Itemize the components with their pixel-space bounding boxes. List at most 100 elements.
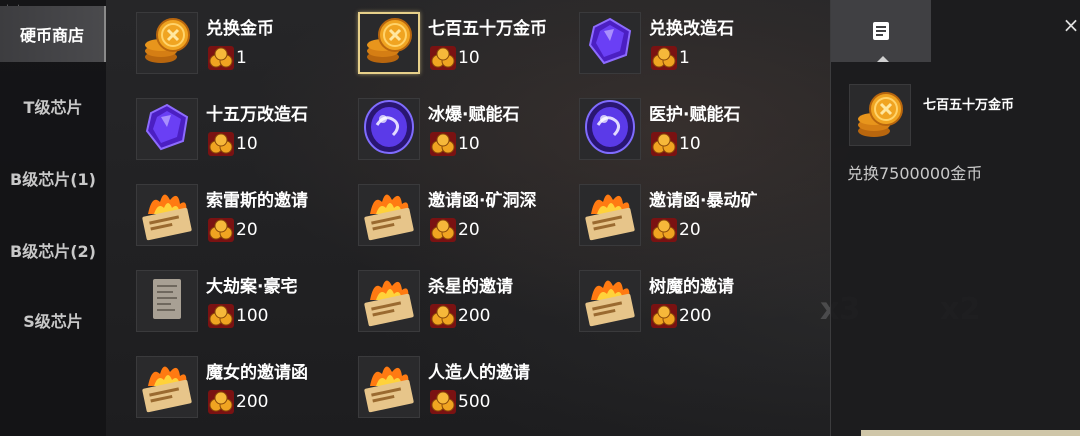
shop-item[interactable]: 邀请函·矿洞深 20 bbox=[328, 174, 548, 254]
item-price: 1 bbox=[208, 46, 247, 70]
detail-item-name: 七百五十万金币 bbox=[923, 98, 1015, 113]
gold-coin-icon bbox=[858, 92, 903, 137]
shop-item[interactable]: 树魔的邀请 200 bbox=[549, 260, 769, 340]
price-value: 200 bbox=[458, 306, 491, 326]
item-icon-frame bbox=[358, 12, 420, 74]
item-name: 邀请函·暴动矿 bbox=[649, 191, 758, 211]
item-icon-frame bbox=[579, 12, 641, 74]
shop-item[interactable]: 邀请函·暴动矿 20 bbox=[549, 174, 769, 254]
tab-label: S级芯片 bbox=[23, 312, 83, 331]
shop-item[interactable]: 大劫案·豪宅 100 bbox=[106, 260, 326, 340]
item-name: 大劫案·豪宅 bbox=[206, 277, 298, 297]
item-name: 树魔的邀请 bbox=[649, 277, 734, 297]
shop-item[interactable]: 兑换改造石 1 bbox=[549, 2, 769, 82]
shop-item[interactable]: 人造人的邀请 500 bbox=[328, 346, 548, 426]
burning-invitation-icon bbox=[581, 185, 639, 245]
item-price: 500 bbox=[430, 390, 490, 414]
coin-currency-icon bbox=[208, 390, 234, 414]
coin-currency-icon bbox=[430, 46, 456, 70]
coin-currency-icon bbox=[430, 304, 456, 328]
tab-b-chip-2[interactable]: B级芯片(2) bbox=[0, 222, 106, 278]
shop-item[interactable]: 医护·赋能石 10 bbox=[549, 88, 769, 168]
item-name: 索雷斯的邀请 bbox=[206, 191, 308, 211]
coin-currency-icon bbox=[208, 304, 234, 328]
close-button[interactable]: × bbox=[1062, 10, 1080, 40]
burning-invitation-icon bbox=[360, 357, 418, 417]
shop-item[interactable]: 十五万改造石 10 bbox=[106, 88, 326, 168]
shop-item[interactable]: 七百五十万金币 10 bbox=[328, 2, 548, 82]
tab-s-chip[interactable]: S级芯片 bbox=[0, 292, 106, 348]
tab-coin-shop[interactable]: 硬币商店 bbox=[0, 6, 106, 62]
coin-currency-icon bbox=[651, 132, 677, 156]
item-icon-frame bbox=[136, 270, 198, 332]
price-value: 100 bbox=[236, 306, 269, 326]
shop-item[interactable]: 杀星的邀请 200 bbox=[328, 260, 548, 340]
item-icon-frame bbox=[579, 270, 641, 332]
item-name: 医护·赋能石 bbox=[649, 105, 741, 125]
tab-caret bbox=[877, 56, 889, 62]
item-name: 冰爆·赋能石 bbox=[428, 105, 520, 125]
price-value: 20 bbox=[458, 220, 480, 240]
purple-gem-icon bbox=[584, 15, 636, 71]
gold-coin-icon bbox=[361, 14, 417, 72]
item-icon-frame bbox=[136, 12, 198, 74]
shop-item[interactable]: 索雷斯的邀请 20 bbox=[106, 174, 326, 254]
item-icon-frame bbox=[358, 184, 420, 246]
detail-tab[interactable] bbox=[831, 0, 931, 62]
purple-gem-icon bbox=[141, 101, 193, 157]
price-value: 10 bbox=[458, 134, 480, 154]
burning-invitation-icon bbox=[138, 185, 196, 245]
burning-invitation-icon bbox=[360, 185, 418, 245]
price-value: 10 bbox=[458, 48, 480, 68]
category-sidebar: 点击 硬币商店 T级芯片 B级芯片(1) B级芯片(2) S级芯片 bbox=[0, 0, 106, 436]
tab-label: 硬币商店 bbox=[19, 26, 84, 45]
tab-label: B级芯片(2) bbox=[10, 242, 96, 261]
purple-orb-icon bbox=[361, 99, 417, 159]
gold-coin-icon bbox=[139, 13, 195, 73]
item-icon-frame bbox=[358, 356, 420, 418]
item-name: 杀星的邀请 bbox=[428, 277, 513, 297]
item-price: 200 bbox=[430, 304, 490, 328]
bottom-action-bar[interactable] bbox=[861, 430, 1080, 436]
tab-label: T级芯片 bbox=[23, 98, 83, 117]
coin-currency-icon bbox=[651, 218, 677, 242]
item-name: 人造人的邀请 bbox=[428, 363, 530, 383]
item-price: 10 bbox=[430, 132, 480, 156]
price-value: 20 bbox=[236, 220, 258, 240]
price-value: 10 bbox=[236, 134, 258, 154]
coin-currency-icon bbox=[430, 132, 456, 156]
item-price: 20 bbox=[208, 218, 258, 242]
burning-invitation-icon bbox=[581, 271, 639, 331]
item-price: 200 bbox=[651, 304, 711, 328]
item-icon-frame bbox=[358, 270, 420, 332]
item-icon-frame bbox=[579, 98, 641, 160]
shop-item[interactable]: 魔女的邀请函 200 bbox=[106, 346, 326, 426]
tab-label: B级芯片(1) bbox=[10, 170, 96, 189]
item-name: 十五万改造石 bbox=[206, 105, 308, 125]
price-value: 10 bbox=[679, 134, 701, 154]
item-price: 10 bbox=[430, 46, 480, 70]
coin-currency-icon bbox=[208, 46, 234, 70]
shop-item[interactable]: 冰爆·赋能石 10 bbox=[328, 88, 548, 168]
shop-item-grid: 兑换金币 1 七百五十万金币 10 兑换改造石 1 十五万改造石 10 冰爆·赋能石 10 医护·赋… bbox=[106, 0, 828, 436]
item-price: 20 bbox=[430, 218, 480, 242]
item-name: 七百五十万金币 bbox=[428, 19, 547, 39]
price-value: 200 bbox=[236, 392, 269, 412]
item-name: 魔女的邀请函 bbox=[206, 363, 308, 383]
coin-currency-icon bbox=[208, 218, 234, 242]
coin-currency-icon bbox=[651, 46, 677, 70]
item-icon-frame bbox=[579, 184, 641, 246]
item-price: 10 bbox=[208, 132, 258, 156]
item-name: 兑换金币 bbox=[206, 19, 274, 39]
tab-b-chip-1[interactable]: B级芯片(1) bbox=[0, 150, 106, 206]
item-price: 100 bbox=[208, 304, 268, 328]
shop-item[interactable]: 兑换金币 1 bbox=[106, 2, 326, 82]
tab-t-chip[interactable]: T级芯片 bbox=[0, 78, 106, 134]
coin-currency-icon bbox=[208, 132, 234, 156]
item-price: 20 bbox=[651, 218, 701, 242]
detail-item-description: 兑换7500000金币 bbox=[847, 164, 983, 183]
item-icon-frame bbox=[136, 98, 198, 160]
document-icon bbox=[873, 22, 889, 40]
item-name: 邀请函·矿洞深 bbox=[428, 191, 537, 211]
item-icon-frame bbox=[136, 356, 198, 418]
